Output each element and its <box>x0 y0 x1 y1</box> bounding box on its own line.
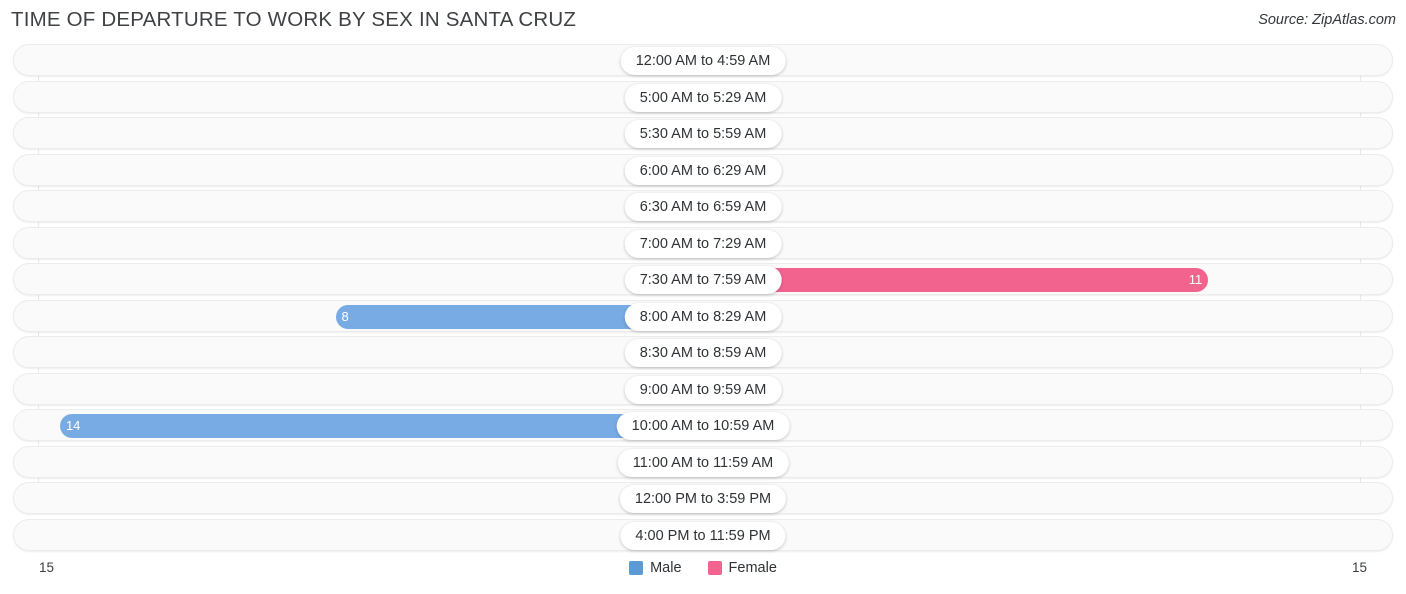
chart-row[interactable]: 005:30 AM to 5:59 AM <box>13 117 1393 149</box>
category-label-pill: 6:00 AM to 6:29 AM <box>624 156 782 185</box>
source-attribution: Source: ZipAtlas.com <box>1258 12 1396 28</box>
category-label-pill: 6:30 AM to 6:59 AM <box>624 193 782 221</box>
chart-row[interactable]: 006:00 AM to 6:29 AM <box>13 153 1393 186</box>
category-label-pill: 8:30 AM to 8:59 AM <box>624 339 782 367</box>
category-label-pill: 5:30 AM to 5:59 AM <box>624 120 782 148</box>
chart-rows: 0012:00 AM to 4:59 AM 005:00 AM to 5:29 A… <box>0 44 1406 555</box>
category-label-pill: 11:00 AM to 11:59 AM <box>617 448 789 477</box>
chart-row[interactable]: 0012:00 PM to 3:59 PM <box>13 482 1393 514</box>
chart-row[interactable]: 14010:00 AM to 10:59 AM <box>13 409 1393 441</box>
square-swatch-icon <box>707 561 722 575</box>
chart-page: TIME OF DEPARTURE TO WORK BY SEX IN SANT… <box>0 0 1406 594</box>
row-track: 0117:30 AM to 7:59 AM <box>14 264 1392 294</box>
row-track: 009:00 AM to 9:59 AM <box>14 374 1392 404</box>
chart-row[interactable]: 0012:00 AM to 4:59 AM <box>13 44 1393 76</box>
row-track: 008:30 AM to 8:59 AM <box>14 337 1392 367</box>
male-value-label: 8 <box>341 308 349 324</box>
row-track: 006:00 AM to 6:29 AM <box>14 155 1392 185</box>
row-track: 007:00 AM to 7:29 AM <box>14 228 1392 258</box>
chart-plot-area: 0012:00 AM to 4:59 AM 005:00 AM to 5:29 A… <box>0 44 1406 552</box>
male-bar[interactable] <box>59 414 703 438</box>
chart-row[interactable]: 006:30 AM to 6:59 AM <box>13 190 1393 222</box>
chart-row[interactable]: 0011:00 AM to 11:59 AM <box>13 445 1393 478</box>
row-track: 0012:00 PM to 3:59 PM <box>14 483 1392 513</box>
legend-item-female[interactable]: Female <box>707 560 777 576</box>
row-track: 005:00 AM to 5:29 AM <box>14 82 1392 112</box>
chart-row[interactable]: 005:00 AM to 5:29 AM <box>13 80 1393 113</box>
square-swatch-icon <box>629 561 644 575</box>
row-track: 0011:00 AM to 11:59 AM <box>14 447 1392 477</box>
row-track: 005:30 AM to 5:59 AM <box>14 118 1392 148</box>
chart-legend: Male Female <box>0 560 1406 576</box>
row-track: 006:30 AM to 6:59 AM <box>14 191 1392 221</box>
chart-row[interactable]: 007:00 AM to 7:29 AM <box>13 226 1393 259</box>
category-label-pill: 12:00 AM to 4:59 AM <box>620 47 786 75</box>
row-track: 0012:00 AM to 4:59 AM <box>14 45 1392 75</box>
chart-row[interactable]: 009:00 AM to 9:59 AM <box>13 372 1393 405</box>
chart-row[interactable]: 808:00 AM to 8:29 AM <box>13 299 1393 332</box>
category-label-pill: 12:00 PM to 3:59 PM <box>619 485 787 513</box>
page-header: TIME OF DEPARTURE TO WORK BY SEX IN SANT… <box>0 0 1406 44</box>
category-label-pill: 4:00 PM to 11:59 PM <box>620 521 786 550</box>
row-track: 004:00 PM to 11:59 PM <box>14 520 1392 550</box>
row-track: 808:00 AM to 8:29 AM <box>14 301 1392 331</box>
row-track: 14010:00 AM to 10:59 AM <box>14 410 1392 440</box>
chart-row[interactable]: 0117:30 AM to 7:59 AM <box>13 263 1393 295</box>
chart-footer: 15 15 Male Female <box>0 552 1406 594</box>
category-label-pill: 7:30 AM to 7:59 AM <box>624 266 782 294</box>
legend-item-male[interactable]: Male <box>629 560 682 576</box>
male-value-label: 14 <box>65 418 81 433</box>
category-label-pill: 7:00 AM to 7:29 AM <box>624 229 782 258</box>
category-label-pill: 8:00 AM to 8:29 AM <box>624 302 782 331</box>
page-title: TIME OF DEPARTURE TO WORK BY SEX IN SANT… <box>11 8 577 31</box>
chart-row[interactable]: 008:30 AM to 8:59 AM <box>13 336 1393 368</box>
category-label-pill: 10:00 AM to 10:59 AM <box>616 412 790 440</box>
legend-label: Female <box>728 560 777 576</box>
female-value-label: 11 <box>1188 272 1203 287</box>
category-label-pill: 9:00 AM to 9:59 AM <box>624 375 782 404</box>
legend-label: Male <box>650 560 682 576</box>
chart-row[interactable]: 004:00 PM to 11:59 PM <box>13 518 1393 551</box>
category-label-pill: 5:00 AM to 5:29 AM <box>624 83 782 112</box>
